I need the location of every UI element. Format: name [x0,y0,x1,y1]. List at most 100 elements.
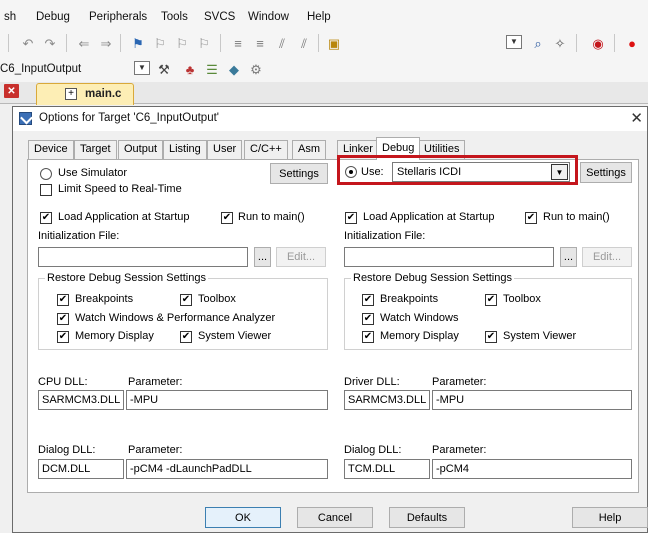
limit-speed-checkbox[interactable] [40,184,52,196]
use-simulator-radio[interactable] [40,168,52,180]
driver-dll-label: Driver DLL: [344,376,400,388]
left-system-viewer-label: System Viewer [198,330,272,342]
tab-listing[interactable]: Listing [163,140,207,159]
build-toolbar: C6_InputOutput ▼ ⚒ ♣ ☰ ◆ ⚙ [0,58,648,82]
debug-session-icon[interactable]: ◉ [590,35,606,51]
left-browse-button[interactable]: ... [254,247,271,267]
right-system-viewer-label: System Viewer [503,330,577,342]
simulator-settings-button[interactable]: Settings [270,163,328,184]
driver-dll-input[interactable]: SARMCM3.DLL [344,390,430,410]
uncomment-icon[interactable]: ⫽ [296,35,312,51]
right-init-file-label: Initialization File: [344,230,426,242]
driver-param-label: Parameter: [432,376,487,388]
bookmark-icon[interactable]: ⚑ [130,35,146,51]
clear-bookmarks-icon[interactable]: ⚐ [196,35,212,51]
target-dropdown-icon[interactable]: ▼ [134,61,150,75]
editor-tab-main-c[interactable]: + main.c [36,83,134,105]
right-system-viewer-checkbox[interactable]: ✔ [485,331,497,343]
tab-asm[interactable]: Asm [292,140,326,159]
right-dialog-param-input[interactable]: -pCM4 [432,459,632,479]
defaults-button[interactable]: Defaults [389,507,465,528]
right-breakpoints-checkbox[interactable]: ✔ [362,294,374,306]
left-run-to-main-checkbox[interactable]: ✔ [221,212,233,224]
right-run-to-main-checkbox[interactable]: ✔ [525,212,537,224]
cancel-button[interactable]: Cancel [297,507,373,528]
limit-speed-label: Limit Speed to Real-Time [58,183,182,195]
left-toolbox-checkbox[interactable]: ✔ [180,294,192,306]
dialog-close-icon[interactable]: ✕ [630,109,643,127]
dropdown-arrow-icon[interactable]: ▼ [506,35,522,49]
toolbar-separator [66,34,67,52]
menu-item-help[interactable]: Help [307,11,331,23]
manage-project-icon[interactable]: ♣ [182,61,198,77]
navigate-back-icon[interactable]: ⇐ [76,35,92,51]
breakpoint-icon[interactable]: ● [624,35,640,51]
menu-item-peripherals[interactable]: Peripherals [89,11,147,23]
select-packs-icon[interactable]: ☰ [204,61,220,77]
left-breakpoints-label: Breakpoints [75,293,134,305]
menu-item-svcs[interactable]: SVCS [204,11,235,23]
left-dialog-param-input[interactable]: -pCM4 -dLaunchPadDLL [126,459,328,479]
menu-bar: sh Debug Peripherals Tools SVCS Window H… [0,0,648,28]
editor-tab-label: main.c [85,88,122,100]
tab-output[interactable]: Output [118,140,164,159]
magic-wand-icon[interactable]: ✧ [552,35,568,51]
tab-target[interactable]: Target [74,140,117,159]
right-edit-button[interactable]: Edit... [582,247,632,267]
debug-driver-select[interactable]: Stellaris ICDI ▼ [392,162,570,182]
right-dialog-param-label: Parameter: [432,444,487,456]
expand-icon: + [65,88,77,100]
right-init-file-input[interactable] [344,247,554,267]
pack-installer-icon[interactable]: ⚙ [248,61,264,77]
left-watch-checkbox[interactable]: ✔ [57,313,69,325]
comment-icon[interactable]: ⫽ [274,35,290,51]
right-dialog-dll-input[interactable]: TCM.DLL [344,459,430,479]
redo-icon[interactable]: ↷ [42,35,58,51]
main-toolbar: ↶ ↷ ⇐ ⇒ ⚑ ⚐ ⚐ ⚐ ≡ ≡ ⫽ ⫽ ▣ ▼ ⌕ ✧ ◉ ● [0,28,648,58]
help-button[interactable]: Help [572,507,648,528]
undo-icon[interactable]: ↶ [20,35,36,51]
right-watch-checkbox[interactable]: ✔ [362,313,374,325]
driver-param-input[interactable]: -MPU [432,390,632,410]
prev-bookmark-icon[interactable]: ⚐ [152,35,168,51]
left-breakpoints-checkbox[interactable]: ✔ [57,294,69,306]
menu-item-flash[interactable]: sh [4,11,16,23]
left-memory-checkbox[interactable]: ✔ [57,331,69,343]
search-icon[interactable]: ⌕ [530,35,546,51]
ok-button[interactable]: OK [205,507,281,528]
cpu-dll-input[interactable]: SARMCM3.DLL [38,390,124,410]
manage-run-time-icon[interactable]: ◆ [226,61,242,77]
chevron-down-icon[interactable]: ▼ [551,164,568,180]
close-icon[interactable]: ✕ [4,84,19,98]
left-system-viewer-checkbox[interactable]: ✔ [180,331,192,343]
use-simulator-label: Use Simulator [58,167,128,179]
tab-user[interactable]: User [207,140,243,159]
next-bookmark-icon[interactable]: ⚐ [174,35,190,51]
use-driver-radio[interactable] [345,166,357,178]
left-dialog-dll-input[interactable]: DCM.DLL [38,459,124,479]
cpu-param-label: Parameter: [128,376,183,388]
driver-settings-button[interactable]: Settings [580,162,632,183]
right-browse-button[interactable]: ... [560,247,577,267]
indent-icon[interactable]: ≡ [230,35,246,51]
left-load-app-checkbox[interactable]: ✔ [40,212,52,224]
menu-item-window[interactable]: Window [248,11,289,23]
toolbar-separator [120,34,121,52]
find-in-files-icon[interactable]: ▣ [326,35,342,51]
debug-driver-value: Stellaris ICDI [397,166,462,178]
right-memory-checkbox[interactable]: ✔ [362,331,374,343]
right-toolbox-checkbox[interactable]: ✔ [485,294,497,306]
unindent-icon[interactable]: ≡ [252,35,268,51]
left-edit-button[interactable]: Edit... [276,247,326,267]
left-load-app-label: Load Application at Startup [58,211,190,223]
tab-cpp[interactable]: C/C++ [244,140,288,159]
left-init-file-input[interactable] [38,247,248,267]
navigate-forward-icon[interactable]: ⇒ [98,35,114,51]
right-load-app-checkbox[interactable]: ✔ [345,212,357,224]
cpu-param-input[interactable]: -MPU [126,390,328,410]
right-run-to-main-label: Run to main() [543,211,610,223]
tab-device[interactable]: Device [28,140,74,159]
menu-item-tools[interactable]: Tools [161,11,188,23]
menu-item-debug[interactable]: Debug [36,11,70,23]
options-for-target-icon[interactable]: ⚒ [156,61,172,77]
